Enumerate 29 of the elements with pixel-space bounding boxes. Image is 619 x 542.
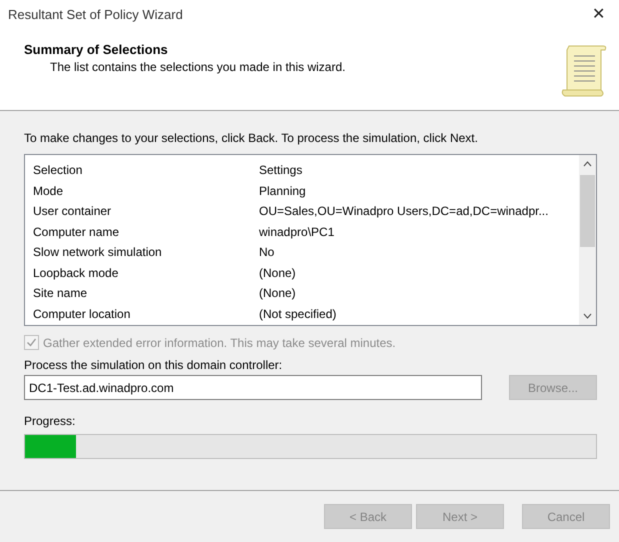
checkbox-label: Gather extended error information. This may take several minutes. xyxy=(43,336,396,350)
column-header[interactable]: Settings xyxy=(259,163,579,178)
domain-controller-field[interactable]: DC1-Test.ad.winadpro.com xyxy=(24,375,482,400)
table-cell-text: No xyxy=(259,245,276,260)
scroll-thumb[interactable] xyxy=(580,175,595,247)
table-cell-text: winadpro\PC1 xyxy=(259,224,336,239)
table-cell-text: (None) xyxy=(259,266,297,280)
table-cell-text: Mode xyxy=(33,184,64,198)
scroll-down-icon[interactable] xyxy=(583,313,592,319)
page-subtitle: The list contains the selections you made in this wizard. xyxy=(49,60,346,74)
field-label: Process the simulation on this domain controller: xyxy=(24,358,284,372)
table-cell-text: Planning xyxy=(259,184,307,198)
column-header[interactable]: Selection xyxy=(33,163,259,178)
table-cell-text: User container xyxy=(33,204,112,218)
table-cell-text: Loopback mode xyxy=(33,266,120,280)
window-title: Resultant Set of Policy Wizard xyxy=(8,6,183,22)
table-cell-text: Computer location xyxy=(33,306,132,321)
table-cell-text: OU=Sales,OU=Winadpro Users,DC=ad,DC=winadpr... xyxy=(259,204,550,218)
table-cell-text: (Not specified) xyxy=(259,306,338,321)
page-title: Summary of Selections xyxy=(24,42,169,57)
close-button[interactable]: ✕ xyxy=(592,4,605,24)
check-icon xyxy=(26,337,37,348)
table-cell-text: Slow network simulation xyxy=(33,245,163,260)
instruction-text: To make changes to your selections, click Back. To process the simulation, click Next. xyxy=(24,131,479,145)
table-cell-text: Computer name xyxy=(33,224,120,239)
progress-label: Progress: xyxy=(24,414,76,428)
scroll-up-icon[interactable] xyxy=(583,161,592,167)
table-cell-text: (None) xyxy=(259,286,297,300)
table-cell-text: Site name xyxy=(33,286,88,300)
